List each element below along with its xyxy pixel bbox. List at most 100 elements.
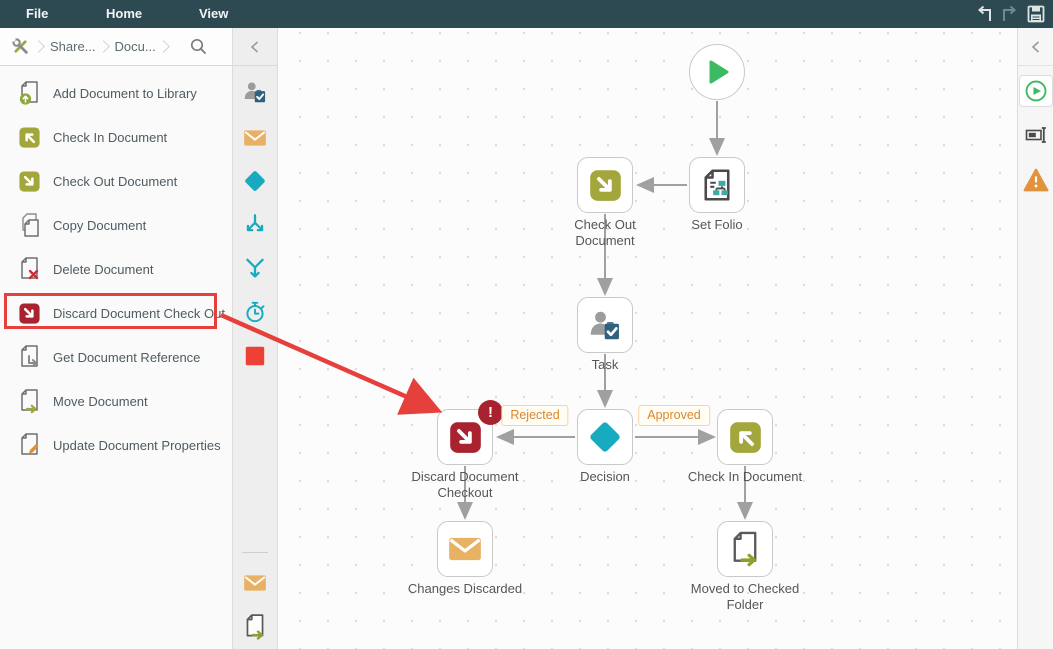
user-task-tool[interactable] (241, 78, 269, 106)
check-in-icon (17, 124, 41, 150)
node-check-out-document[interactable] (577, 157, 633, 213)
check-out-icon (589, 169, 621, 201)
node-discard-document-checkout[interactable]: ! (437, 400, 503, 465)
mail-icon (244, 575, 266, 591)
start-play-icon (709, 60, 729, 84)
document-move-icon (733, 531, 757, 567)
document-move-icon (17, 388, 41, 414)
user-task-icon (244, 82, 266, 103)
workflow-tools-icon[interactable] (10, 36, 31, 57)
mail-tool[interactable] (241, 124, 269, 152)
breadcrumb-separator (156, 40, 170, 53)
document-move-tool[interactable] (241, 613, 269, 641)
timer-icon (246, 301, 265, 323)
document-add-icon (17, 80, 41, 106)
merge-icon (246, 258, 264, 278)
node-set-folio[interactable] (689, 157, 745, 213)
merge-tool[interactable] (241, 255, 269, 283)
mail-event-tool[interactable] (241, 569, 269, 597)
tab-view[interactable]: View (199, 0, 228, 28)
mail-icon (244, 130, 266, 146)
document-reference-icon (17, 344, 41, 370)
undo-icon (977, 5, 991, 21)
right-toolbar (1017, 28, 1053, 649)
breadcrumb-separator (32, 40, 45, 53)
save-button[interactable] (1026, 5, 1046, 23)
node-changes-discarded[interactable] (437, 521, 493, 577)
sidebar-item-label: Check Out Document (53, 173, 178, 189)
sidebar-action-list: Add Document to Library Check In Documen… (0, 66, 232, 649)
redo-button[interactable] (1000, 5, 1020, 23)
sidebar-item-label: Delete Document (53, 261, 154, 277)
undo-button[interactable] (974, 5, 994, 23)
node-label-check-in-document: Check In Document (687, 469, 803, 484)
sidebar-item-check-in[interactable]: Check In Document (0, 115, 232, 159)
tab-file[interactable]: File (26, 0, 48, 28)
sidebar-item-label: Move Document (53, 393, 148, 409)
node-label-decision: Decision (580, 469, 630, 484)
node-label-set-folio: Set Folio (691, 217, 743, 232)
warnings-button[interactable] (1023, 167, 1049, 193)
sidebar-item-label: Add Document to Library (53, 85, 197, 101)
discard-checkout-icon (449, 421, 481, 453)
breadcrumb-item-share[interactable]: Share... (50, 39, 96, 54)
sidebar-item-get-reference[interactable]: Get Document Reference (0, 335, 232, 379)
workflow-step-palette (232, 28, 278, 649)
sidebar-item-move-document[interactable]: Move Document (0, 379, 232, 423)
document-copy-icon (17, 212, 41, 238)
end-tool[interactable] (241, 342, 269, 370)
node-decision[interactable] (577, 409, 633, 465)
collapse-left-icon[interactable] (248, 40, 262, 54)
play-icon (1025, 80, 1047, 102)
search-icon[interactable] (189, 37, 208, 56)
node-label-task: Task (591, 357, 619, 372)
mail-icon (449, 537, 481, 561)
sidebar-item-delete-document[interactable]: Delete Document (0, 247, 232, 291)
error-badge: ! (478, 400, 503, 425)
sidebar-item-label: Check In Document (53, 129, 168, 145)
decision-icon (245, 171, 265, 191)
rename-icon (1025, 127, 1046, 143)
toolbar-divider (242, 552, 268, 553)
timer-tool[interactable] (241, 298, 269, 326)
node-check-in-document[interactable] (717, 409, 773, 465)
sidebar-item-copy-document[interactable]: Copy Document (0, 203, 232, 247)
sidebar-item-update-properties[interactable]: Update Document Properties (0, 423, 232, 467)
end-icon (245, 346, 265, 366)
node-label-moved-to-checked-folder: Moved to Checked Folder (690, 581, 800, 612)
decision-tool[interactable] (241, 167, 269, 195)
edge-label-rejected[interactable]: Rejected (501, 405, 569, 426)
sidebar-item-discard-checkout[interactable]: Discard Document Check Out (0, 291, 232, 335)
decision-icon (590, 422, 620, 452)
run-button[interactable] (1019, 75, 1053, 107)
collapse-right-icon[interactable] (1029, 40, 1043, 54)
document-update-icon (17, 432, 41, 458)
workflow-canvas[interactable]: ! Set Folio Check Out Document Task Deci… (278, 28, 1017, 649)
warning-icon (1023, 168, 1048, 192)
redo-icon (1003, 5, 1017, 21)
workflow-connectors (457, 101, 753, 520)
node-task[interactable] (577, 297, 633, 353)
node-moved-to-checked-folder[interactable] (717, 521, 773, 577)
tab-home[interactable]: Home (106, 0, 142, 28)
save-icon (1027, 5, 1045, 23)
sidebar-item-add-document[interactable]: Add Document to Library (0, 71, 232, 115)
menubar: File Home View (0, 0, 1053, 28)
user-task-icon (590, 311, 619, 340)
sidebar-item-check-out[interactable]: Check Out Document (0, 159, 232, 203)
edge-label-approved[interactable]: Approved (638, 405, 710, 426)
node-label-discard-document-checkout: Discard Document Checkout (411, 469, 519, 500)
sidebar-item-label: Copy Document (53, 217, 147, 233)
node-start[interactable] (689, 44, 745, 100)
breadcrumb-item-docu[interactable]: Docu... (115, 39, 156, 54)
document-move-icon (246, 614, 264, 640)
split-icon (246, 214, 264, 232)
breadcrumb-separator (96, 40, 110, 53)
rename-button[interactable] (1023, 122, 1049, 148)
document-delete-icon (17, 256, 41, 282)
node-label-changes-discarded: Changes Discarded (407, 581, 523, 596)
split-tool[interactable] (241, 211, 269, 239)
sidebar-item-label: Update Document Properties (53, 437, 221, 453)
breadcrumb: Share... Docu... (0, 28, 232, 66)
discard-checkout-icon (17, 300, 41, 326)
